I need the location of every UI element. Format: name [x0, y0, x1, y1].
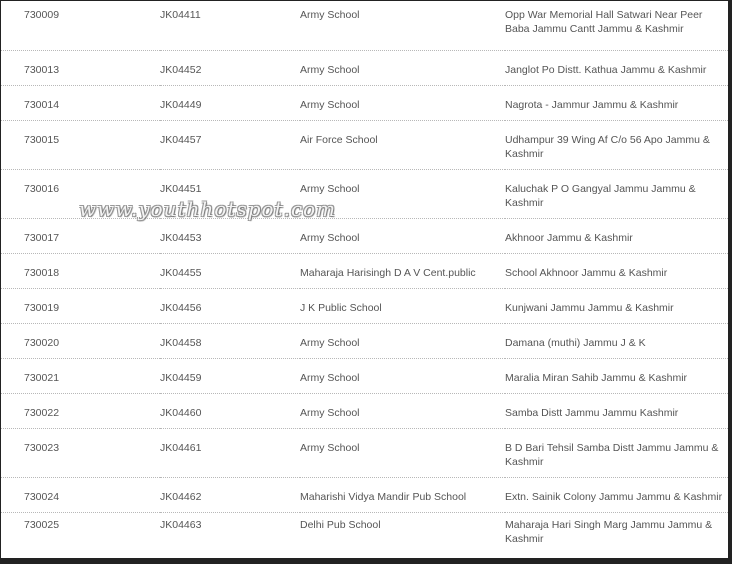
school-cell: Army School	[300, 85, 505, 121]
code-cell: 730025	[1, 512, 160, 558]
id-cell: JK04411	[160, 1, 300, 51]
table-row: 730009 JK04411 Army School Opp War Memorial…	[1, 1, 728, 51]
id-cell: JK04463	[160, 512, 300, 558]
code-cell: 730013	[1, 50, 160, 86]
school-cell: Army School	[300, 393, 505, 429]
address-cell: School Akhnoor Jammu & Kashmir	[505, 253, 728, 289]
table-row: 730013 JK04452 Army School Janglot Po Distt…	[1, 50, 728, 86]
table-row: 730021 JK04459 Army School Maralia Miran Sa…	[1, 358, 728, 394]
id-cell: JK04453	[160, 218, 300, 254]
id-cell: JK04459	[160, 358, 300, 394]
id-cell: JK04458	[160, 323, 300, 359]
school-table: 730009 JK04411 Army School Opp War Memorial…	[1, 1, 728, 558]
school-cell: Army School	[300, 323, 505, 359]
address-cell: B D Bari Tehsil Samba Distt Jammu Jammu …	[505, 428, 728, 478]
code-cell: 730018	[1, 253, 160, 289]
school-cell: Air Force School	[300, 120, 505, 170]
code-cell: 730014	[1, 85, 160, 121]
school-cell: Army School	[300, 1, 505, 51]
school-cell: Army School	[300, 50, 505, 86]
table-row: 730019 JK04456 J K Public School Kunjwani J…	[1, 288, 728, 324]
table-row: 730022 JK04460 Army School Samba Distt Jamm…	[1, 393, 728, 429]
school-cell: Army School	[300, 358, 505, 394]
table-row: 730024 JK04462 Maharishi Vidya Mandir Pub …	[1, 477, 728, 513]
id-cell: JK04449	[160, 85, 300, 121]
table-row: 730023 JK04461 Army School B D Bari Tehsil …	[1, 428, 728, 478]
code-cell: 730024	[1, 477, 160, 513]
address-cell: Extn. Sainik Colony Jammu Jammu & Kashmi…	[505, 477, 728, 513]
school-cell: Maharishi Vidya Mandir Pub School	[300, 477, 505, 513]
code-cell: 730022	[1, 393, 160, 429]
id-cell: JK04461	[160, 428, 300, 478]
address-cell: Akhnoor Jammu & Kashmir	[505, 218, 728, 254]
school-cell: Army School	[300, 218, 505, 254]
school-table-body: 730009 JK04411 Army School Opp War Memorial…	[1, 1, 728, 558]
address-cell: Samba Distt Jammu Jammu Kashmir	[505, 393, 728, 429]
table-row: 730015 JK04457 Air Force School Udhampur 39…	[1, 120, 728, 170]
address-cell: Nagrota - Jammur Jammu & Kashmir	[505, 85, 728, 121]
address-cell: Kunjwani Jammu Jammu & Kashmir	[505, 288, 728, 324]
code-cell: 730017	[1, 218, 160, 254]
address-cell: Opp War Memorial Hall Satwari Near Peer …	[505, 1, 728, 51]
id-cell: JK04462	[160, 477, 300, 513]
address-cell: Maralia Miran Sahib Jammu & Kashmir	[505, 358, 728, 394]
school-cell: Army School	[300, 428, 505, 478]
code-cell: 730015	[1, 120, 160, 170]
code-cell: 730023	[1, 428, 160, 478]
address-cell: Janglot Po Distt. Kathua Jammu & Kashmir	[505, 50, 728, 86]
address-cell: Damana (muthi) Jammu J & K	[505, 323, 728, 359]
screenshot-frame: 730009 JK04411 Army School Opp War Memorial…	[0, 0, 732, 564]
address-cell: Udhampur 39 Wing Af C/o 56 Apo Jammu & K…	[505, 120, 728, 170]
code-cell: 730020	[1, 323, 160, 359]
address-cell: Maharaja Hari Singh Marg Jammu Jammu & K…	[505, 512, 728, 558]
school-cell: Maharaja Harisingh D A V Cent.public	[300, 253, 505, 289]
code-cell: 730019	[1, 288, 160, 324]
table-row: 730018 JK04455 Maharaja Harisingh D A V Ce…	[1, 253, 728, 289]
id-cell: JK04460	[160, 393, 300, 429]
id-cell: JK04455	[160, 253, 300, 289]
watermark: www.youthhotspot.com	[79, 197, 337, 221]
table-row: 730020 JK04458 Army School Damana (muthi) J…	[1, 323, 728, 359]
id-cell: JK04452	[160, 50, 300, 86]
school-cell: Delhi Pub School	[300, 512, 505, 558]
table-row: 730014 JK04449 Army School Nagrota - Jammur…	[1, 85, 728, 121]
id-cell: JK04456	[160, 288, 300, 324]
table-row: 730017 JK04453 Army School Akhnoor Jammu & …	[1, 218, 728, 254]
id-cell: JK04457	[160, 120, 300, 170]
code-cell: 730009	[1, 1, 160, 51]
address-cell: Kaluchak P O Gangyal Jammu Jammu & Kashm…	[505, 169, 728, 219]
table-row: 730025 JK04463 Delhi Pub School Maharaja Ha…	[1, 512, 728, 558]
code-cell: 730021	[1, 358, 160, 394]
school-cell: J K Public School	[300, 288, 505, 324]
